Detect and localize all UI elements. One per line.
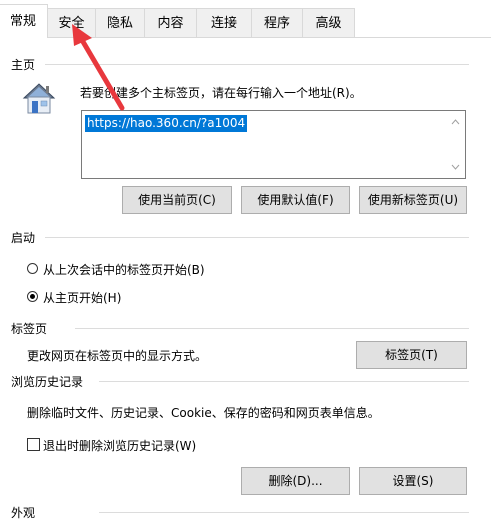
home-header: 主页 <box>11 58 36 72</box>
history-description: 删除临时文件、历史记录、Cookie、保存的密码和网页表单信息。 <box>27 406 380 420</box>
home-url-textarea[interactable]: https://hao.360.cn/?a1004 <box>81 110 466 179</box>
use-current-button[interactable]: 使用当前页(C) <box>122 186 232 214</box>
tabs-rule <box>75 328 469 329</box>
tab-general-label: 常规 <box>9 14 36 29</box>
radio-last-session[interactable] <box>27 263 38 274</box>
radio-home[interactable] <box>27 291 38 302</box>
use-new-tab-button[interactable]: 使用新标签页(U) <box>359 186 467 214</box>
delete-on-exit-label: 退出时删除浏览历史记录(W) <box>43 439 197 453</box>
tab-advanced-label: 高级 <box>315 16 342 31</box>
tab-connections[interactable]: 连接 <box>196 8 252 37</box>
startup-rule <box>45 237 469 238</box>
tab-programs[interactable]: 程序 <box>251 8 303 37</box>
delete-on-exit-checkbox[interactable] <box>27 438 40 451</box>
radio-last-session-label: 从上次会话中的标签页开始(B) <box>43 263 205 277</box>
use-default-button[interactable]: 使用默认值(F) <box>241 186 350 214</box>
tab-programs-label: 程序 <box>263 16 290 31</box>
home-icon <box>20 80 58 116</box>
textarea-scrollbar[interactable] <box>447 112 464 177</box>
appearance-header: 外观 <box>11 506 36 520</box>
settings-button[interactable]: 设置(S) <box>359 467 467 495</box>
tab-connections-label: 连接 <box>210 16 237 31</box>
tabs-header: 标签页 <box>11 322 48 336</box>
annotation-arrow-icon <box>60 18 140 118</box>
appearance-rule <box>99 512 469 513</box>
tab-advanced[interactable]: 高级 <box>302 8 355 37</box>
tab-content[interactable]: 内容 <box>144 8 197 37</box>
tab-content-label: 内容 <box>157 16 184 31</box>
tabs-button[interactable]: 标签页(T) <box>356 341 467 369</box>
history-header: 浏览历史记录 <box>11 375 84 389</box>
radio-home-label: 从主页开始(H) <box>43 291 122 305</box>
tab-general[interactable]: 常规 <box>0 4 48 38</box>
history-rule <box>99 381 469 382</box>
startup-header: 启动 <box>11 231 36 245</box>
tabs-description: 更改网页在标签页中的显示方式。 <box>27 349 208 363</box>
delete-button[interactable]: 删除(D)... <box>241 467 350 495</box>
